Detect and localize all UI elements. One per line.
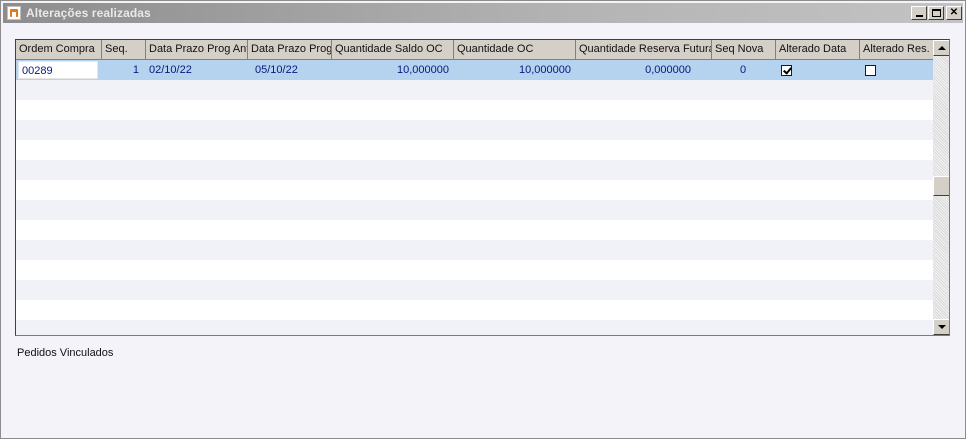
scrollbar-thumb[interactable] <box>933 176 949 196</box>
close-button[interactable]: ✕ <box>946 6 962 20</box>
column-header-alterado-res[interactable]: Alterado Res. <box>860 40 934 60</box>
cell-seq-nova[interactable]: 0 <box>712 60 774 80</box>
maximize-button[interactable] <box>928 6 944 20</box>
table-row-empty[interactable] <box>16 240 934 260</box>
cell-quantidade-saldo-oc[interactable]: 10,000000 <box>332 60 452 80</box>
checkbox-alterado-res[interactable] <box>865 65 876 76</box>
window-title: Alterações realizadas <box>26 6 151 20</box>
table-row-empty[interactable] <box>16 320 934 335</box>
minimize-button[interactable] <box>911 6 927 20</box>
table-row-empty[interactable] <box>16 260 934 280</box>
column-header-data-prazo-prog-ant[interactable]: Data Prazo Prog Ant <box>146 40 248 60</box>
cell-quantidade-oc[interactable]: 10,000000 <box>454 60 574 80</box>
scroll-up-arrow-icon[interactable] <box>933 40 949 56</box>
cell-quantidade-reserva-futura[interactable]: 0,000000 <box>576 60 694 80</box>
column-header-quantidade-oc[interactable]: Quantidade OC <box>454 40 576 60</box>
column-header-ordem-compra[interactable]: Ordem Compra <box>16 40 102 60</box>
column-header-quantidade-reserva-futura[interactable]: Quantidade Reserva Futura <box>576 40 712 60</box>
close-icon: ✕ <box>949 7 959 18</box>
table-row-empty[interactable] <box>16 200 934 220</box>
cell-data-prazo-prog[interactable]: 05/10/22 <box>252 60 332 80</box>
column-header-seq[interactable]: Seq. <box>102 40 146 60</box>
table-row-empty[interactable] <box>16 280 934 300</box>
scroll-down-arrow-icon[interactable] <box>933 319 949 335</box>
table-row[interactable]: 00289 1 02/10/22 05/10/22 10,000000 10,0… <box>16 60 934 80</box>
table-row-empty[interactable] <box>16 120 934 140</box>
table-row-empty[interactable] <box>16 80 934 100</box>
column-header-data-prazo-prog[interactable]: Data Prazo Prog <box>248 40 332 60</box>
maximize-icon <box>931 9 941 17</box>
column-header-quantidade-saldo-oc[interactable]: Quantidade Saldo OC <box>332 40 454 60</box>
cell-ordem-compra[interactable]: 00289 <box>18 61 98 79</box>
grid-header: Ordem Compra Seq. Data Prazo Prog Ant Da… <box>16 40 934 60</box>
table-row-empty[interactable] <box>16 220 934 240</box>
alteracoes-window: Alterações realizadas ✕ Ordem Compra Seq… <box>0 0 966 439</box>
pedidos-vinculados-label: Pedidos Vinculados <box>17 347 114 359</box>
checkbox-alterado-data[interactable] <box>781 65 792 76</box>
table-row-empty[interactable] <box>16 160 934 180</box>
table-row-empty[interactable] <box>16 140 934 160</box>
table-row-empty[interactable] <box>16 300 934 320</box>
minimize-icon <box>915 15 923 17</box>
alteracoes-grid[interactable]: Ordem Compra Seq. Data Prazo Prog Ant Da… <box>15 39 950 336</box>
table-row-empty[interactable] <box>16 180 934 200</box>
cell-data-prazo-prog-ant[interactable]: 02/10/22 <box>146 60 248 80</box>
app-home-icon <box>7 6 21 20</box>
column-header-seq-nova[interactable]: Seq Nova <box>712 40 776 60</box>
column-header-alterado-data[interactable]: Alterado Data <box>776 40 860 60</box>
vertical-scrollbar[interactable] <box>933 40 949 335</box>
title-bar[interactable]: Alterações realizadas ✕ <box>3 3 963 23</box>
table-row-empty[interactable] <box>16 100 934 120</box>
cell-seq[interactable]: 1 <box>102 60 142 80</box>
